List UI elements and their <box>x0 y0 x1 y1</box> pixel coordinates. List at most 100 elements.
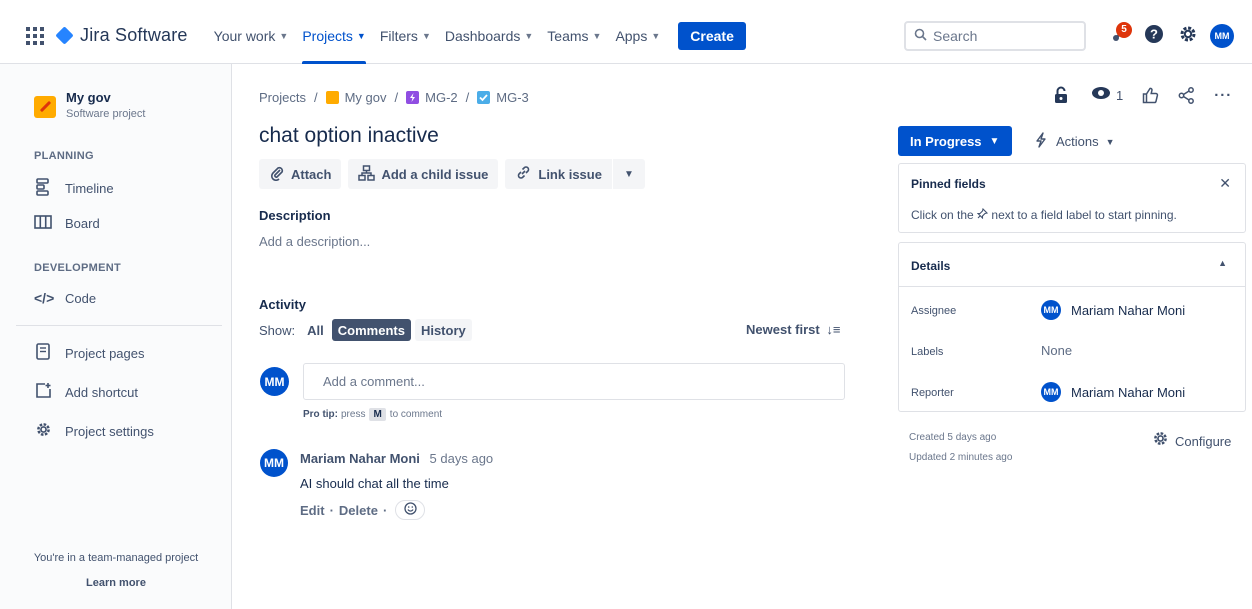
comment-author-avatar[interactable]: MM <box>260 449 288 477</box>
pinned-fields-title: Pinned fields <box>911 177 986 191</box>
nav-teams[interactable]: Teams ▼ <box>547 8 601 64</box>
comment-input[interactable]: Add a comment... <box>303 363 845 400</box>
help-icon: ? <box>1144 24 1164 47</box>
search-placeholder: Search <box>933 27 978 44</box>
nav-filters[interactable]: Filters ▼ <box>380 8 431 64</box>
breadcrumb-projects[interactable]: Projects <box>259 90 306 105</box>
details-header[interactable]: Details ▲ <box>899 243 1245 287</box>
board-icon <box>34 215 52 232</box>
chevron-down-icon: ▼ <box>592 30 602 41</box>
more-options-icon[interactable]: ··· <box>1214 87 1232 104</box>
sidebar-item-timeline[interactable]: Timeline <box>34 178 114 199</box>
chevron-down-icon: ▼ <box>356 30 366 41</box>
app-switcher-icon[interactable] <box>26 26 44 45</box>
sidebar-item-project-settings[interactable]: Project settings <box>34 421 154 441</box>
assignee-label: Assignee <box>911 305 957 317</box>
reporter-avatar: MM <box>1041 382 1061 402</box>
development-heading: DEVELOPMENT <box>34 262 122 274</box>
project-avatar-icon <box>34 96 56 118</box>
close-icon[interactable]: ✕ <box>1219 175 1231 192</box>
sidebar-project[interactable]: My gov Software project <box>34 90 145 120</box>
sidebar-item-project-pages[interactable]: Project pages <box>34 343 145 363</box>
create-button[interactable]: Create <box>678 21 746 50</box>
status-dropdown[interactable]: In Progress ▼ <box>898 126 1012 156</box>
thumbs-up-icon[interactable] <box>1142 87 1159 104</box>
breadcrumb-issue[interactable]: MG-3 <box>496 90 529 105</box>
description-field[interactable]: Add a description... <box>259 234 370 249</box>
settings-button[interactable] <box>1172 20 1204 52</box>
filter-history[interactable]: History <box>414 319 472 341</box>
add-child-issue-button[interactable]: Add a child issue <box>348 159 499 189</box>
breadcrumb-parent-issue[interactable]: MG-2 <box>425 90 458 105</box>
search-input[interactable]: Search <box>904 20 1086 51</box>
reporter-field[interactable]: MM Mariam Nahar Moni <box>1041 382 1185 402</box>
protip-rest: to comment <box>389 409 443 420</box>
lock-icon[interactable] <box>1054 86 1068 104</box>
project-type: Software project <box>66 108 146 120</box>
filter-all[interactable]: All <box>303 319 328 341</box>
nav-your-work[interactable]: Your work ▼ <box>214 8 289 64</box>
breadcrumb-project[interactable]: My gov <box>345 90 387 105</box>
sidebar-item-label: Project pages <box>65 345 145 361</box>
labels-label: Labels <box>911 346 944 358</box>
labels-field[interactable]: None <box>1041 343 1072 358</box>
actions-dropdown[interactable]: Actions ▼ <box>1034 132 1115 151</box>
notifications-button[interactable]: 5 <box>1104 20 1136 52</box>
comment-author[interactable]: Mariam Nahar Moni <box>300 451 420 466</box>
nav-your-work-label: Your work <box>213 27 276 44</box>
sidebar-item-label: Board <box>65 216 100 231</box>
attach-button[interactable]: Attach <box>259 159 342 189</box>
sidebar-divider <box>16 325 222 326</box>
team-managed-notice: You're in a team-managed project <box>33 552 199 564</box>
nav-apps[interactable]: Apps ▼ <box>615 8 660 64</box>
sort-label: Newest first <box>746 322 820 337</box>
nav-teams-label: Teams <box>547 27 589 44</box>
project-avatar-icon <box>325 91 339 104</box>
help-button[interactable]: ? <box>1138 20 1170 52</box>
issue-title[interactable]: chat option inactive <box>259 124 439 148</box>
pin-icon <box>976 207 991 222</box>
chevron-up-icon: ▲ <box>1218 258 1227 268</box>
breadcrumb-separator: / <box>465 90 470 105</box>
nav-dashboards[interactable]: Dashboards ▼ <box>445 8 533 64</box>
watch-button[interactable]: 1 <box>1091 86 1123 104</box>
sort-toggle[interactable]: Newest first ↓≡ <box>746 322 840 337</box>
sidebar-item-label: Project settings <box>65 423 154 439</box>
more-actions-button[interactable]: ▼ <box>612 159 645 189</box>
updated-timestamp: Updated 2 minutes ago <box>909 452 1013 463</box>
app-name: Jira Software <box>80 25 188 45</box>
hierarchy-icon <box>358 164 376 184</box>
link-issue-label: Link issue <box>538 166 602 182</box>
attach-label: Attach <box>291 166 332 182</box>
link-issue-button[interactable]: Link issue <box>505 159 612 189</box>
page-icon <box>34 343 52 363</box>
comment-delete-link[interactable]: Delete <box>339 503 378 518</box>
breadcrumb-separator: / <box>394 90 399 105</box>
filter-comments[interactable]: Comments <box>331 319 411 341</box>
notification-badge: 5 <box>1116 21 1132 38</box>
project-name: My gov <box>66 90 111 105</box>
issue-toolbar: 1 ··· <box>1054 86 1232 104</box>
nav-projects[interactable]: Projects ▼ <box>302 8 366 64</box>
profile-button[interactable]: MM <box>1206 20 1238 52</box>
share-icon[interactable] <box>1178 86 1195 104</box>
chevron-down-icon: ▼ <box>524 30 534 41</box>
eye-icon <box>1091 86 1111 104</box>
comment-actions: Edit · Delete · <box>300 500 426 520</box>
sidebar-item-code[interactable]: </> Code <box>34 290 96 306</box>
configure-button[interactable]: Configure <box>1152 430 1231 452</box>
paperclip-icon <box>269 165 285 184</box>
add-reaction-button[interactable] <box>395 500 426 520</box>
description-label: Description <box>259 208 331 223</box>
pinned-text-before: Click on the <box>911 208 974 222</box>
learn-more-link[interactable]: Learn more <box>0 577 232 589</box>
actions-label: Actions <box>1056 134 1099 149</box>
comment-edit-link[interactable]: Edit <box>300 503 325 518</box>
protip-bold: Pro tip: <box>303 409 338 420</box>
sidebar-item-add-shortcut[interactable]: Add shortcut <box>34 382 138 402</box>
comment-header: Mariam Nahar Moni 5 days ago <box>300 451 493 466</box>
assignee-field[interactable]: MM Mariam Nahar Moni <box>1041 300 1185 320</box>
sidebar-item-board[interactable]: Board <box>34 215 100 232</box>
sidebar: My gov Software project PLANNING Timelin… <box>0 64 232 609</box>
jira-logo[interactable]: Jira Software <box>55 25 188 46</box>
